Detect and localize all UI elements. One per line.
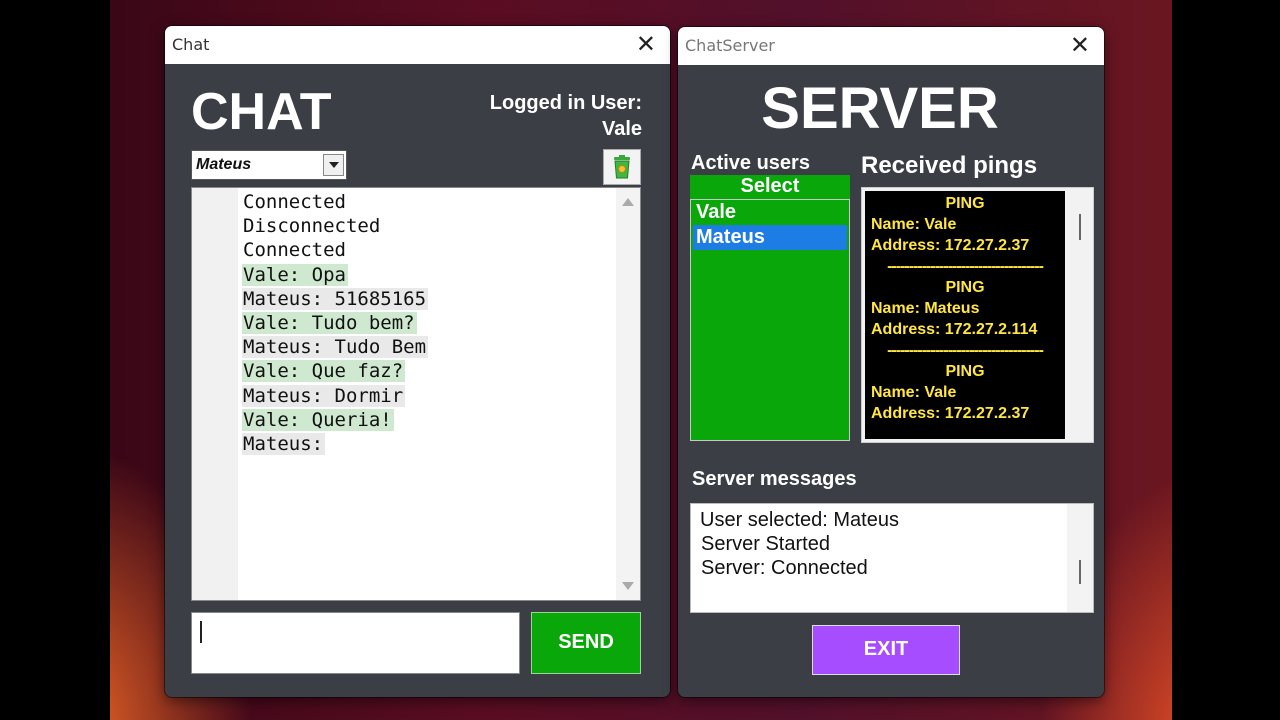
ping-address: Address: 172.27.2.37 (871, 237, 1030, 254)
active-users-list[interactable]: Vale Mateus (690, 199, 850, 441)
chevron-down-icon[interactable] (323, 154, 344, 176)
chat-titlebar[interactable]: Chat ✕ (165, 26, 670, 64)
server-window: ChatServer ✕ SERVER Active users Receive… (678, 27, 1104, 697)
close-icon[interactable]: ✕ (1070, 32, 1090, 58)
ping-name: Name: Mateus (871, 300, 980, 317)
ping-header: PING (945, 279, 985, 296)
chat-message: Vale: Queria! (242, 408, 428, 432)
chat-message-text: Mateus: (242, 432, 326, 455)
exit-button[interactable]: EXIT (812, 625, 960, 675)
close-icon[interactable]: ✕ (636, 31, 656, 57)
received-pings-label: Received pings (861, 152, 1038, 179)
chat-message-text: Disconnected (243, 215, 381, 238)
server-messages-scrollbar-thumb[interactable] (1079, 560, 1081, 584)
chat-message-text: Vale: Queria! (242, 408, 394, 431)
recipient-select-value: Mateus (196, 156, 252, 173)
scroll-up-icon[interactable] (622, 198, 634, 206)
ping-header: PING (945, 363, 985, 380)
server-messages-box[interactable]: User selected: Mateus Server Started Serve… (690, 503, 1094, 613)
message-lines: Connected Disconnected Connected Vale: Opa M… (242, 190, 429, 456)
chat-message-text: Vale: Opa (242, 263, 348, 286)
ping-address: Address: 172.27.2.114 (871, 321, 1038, 338)
ping-name: Name: Vale (871, 384, 957, 401)
chat-message: Vale: Que faz? (242, 359, 428, 383)
chat-message: Mateus: (242, 432, 428, 456)
user-list-item[interactable]: Vale (691, 200, 849, 225)
chat-message: Vale: Opa (242, 263, 428, 287)
ping-name: Name: Vale (871, 216, 957, 233)
ping-entry: ------------------------------------ PING… (865, 256, 1065, 340)
server-messages-label: Server messages (692, 468, 857, 490)
message-list[interactable]: Connected Disconnected Connected Vale: Opa M… (191, 187, 641, 601)
server-heading: SERVER (761, 76, 999, 141)
user-list-item[interactable]: Mateus (693, 225, 847, 250)
chat-message-text: Mateus: Dormir (242, 384, 406, 407)
ping-entry: PING Name: Vale Address: 172.27.2.37 (865, 193, 1065, 256)
chat-message-text: Vale: Que faz? (242, 360, 406, 383)
logged-in-user: Vale (601, 118, 642, 140)
text-caret (200, 621, 202, 643)
chat-message: Mateus: Tudo Bem (242, 335, 429, 359)
chat-message-text: Vale: Tudo bem? (242, 311, 417, 334)
select-user-button[interactable]: Select (690, 175, 850, 199)
trash-icon (614, 155, 630, 179)
logged-in-label: Logged in User: (489, 92, 642, 114)
ping-list: PING Name: Vale Address: 172.27.2.37 ------… (865, 191, 1065, 439)
server-message: Server Started (701, 533, 830, 555)
chat-message: Vale: Tudo bem? (242, 311, 428, 335)
chat-message: Connected (242, 238, 428, 262)
chat-message: Connected (242, 190, 428, 214)
chat-message: Mateus: Dormir (242, 384, 428, 408)
chat-message-text: Connected (243, 239, 346, 262)
chat-message-text: Mateus: Tudo Bem (242, 336, 429, 359)
server-messages-scrollbar[interactable] (1067, 504, 1093, 612)
server-messages-list: User selected: Mateus Server Started Serve… (691, 508, 1093, 580)
received-pings-panel[interactable]: PING Name: Vale Address: 172.27.2.37 ------… (861, 187, 1094, 443)
pings-scrollbar-thumb[interactable] (1079, 214, 1081, 240)
message-input[interactable] (191, 612, 520, 674)
scroll-down-icon[interactable] (622, 582, 634, 590)
chat-message-text: Mateus: 51685165 (242, 287, 429, 310)
clear-chat-button[interactable] (603, 149, 641, 185)
ping-address: Address: 172.27.2.37 (871, 405, 1030, 422)
server-message: Server: Connected (701, 557, 868, 579)
chat-window-title: Chat (172, 35, 210, 54)
chat-heading: CHAT (191, 83, 332, 141)
ping-separator: ------------------------------------ (887, 258, 1044, 275)
chat-message: Disconnected (242, 214, 428, 238)
chat-message: Mateus: 51685165 (242, 287, 429, 311)
ping-entry: ------------------------------------ PING… (865, 340, 1065, 424)
recipient-select[interactable]: Mateus (191, 150, 347, 180)
message-gutter (192, 188, 238, 600)
chat-message-text: Connected (243, 191, 346, 213)
message-scrollbar[interactable] (616, 188, 640, 600)
ping-separator: ------------------------------------ (887, 342, 1044, 359)
chat-window: Chat ✕ CHAT Logged in User: Vale Mateus … (165, 26, 670, 697)
active-users-label: Active users (691, 152, 810, 174)
server-window-title: ChatServer (685, 36, 775, 55)
send-button[interactable]: SEND (531, 612, 641, 674)
ping-header: PING (945, 195, 985, 212)
server-titlebar[interactable]: ChatServer ✕ (678, 27, 1104, 65)
server-message: User selected: Mateus (700, 509, 899, 531)
logged-in-info: Logged in User: Vale (490, 90, 642, 142)
